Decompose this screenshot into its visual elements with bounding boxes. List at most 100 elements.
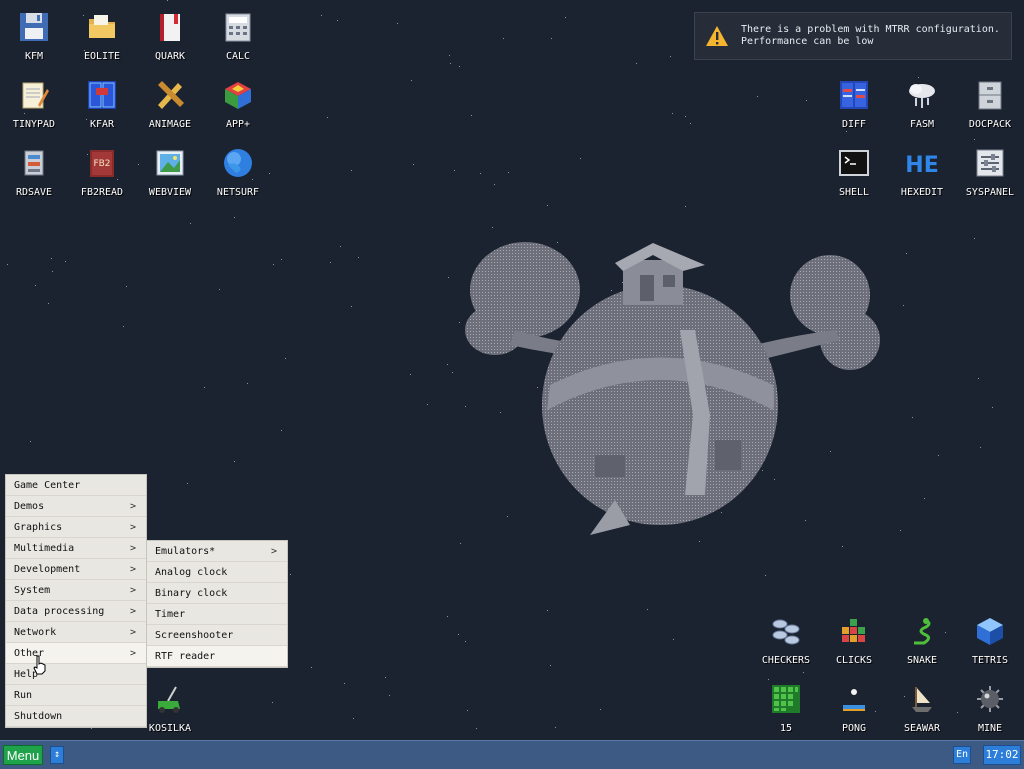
blocks-icon [842,619,865,642]
menu-item-run[interactable]: Run [6,685,146,706]
desktop-icon-pong[interactable]: PONG [820,677,888,743]
menu-item-data-processing[interactable]: Data processing > [6,601,146,622]
star [281,259,282,260]
star [427,404,428,405]
star [555,727,556,728]
star [647,609,648,610]
star [673,639,674,640]
mtrr-notification[interactable]: There is a problem with MTRR configurati… [694,12,1012,60]
star [358,257,359,258]
cloud-rain-icon [909,84,935,108]
language-indicator[interactable]: En [953,746,971,764]
desktop-icon-tetris[interactable]: TETRIS [956,609,1024,675]
star [978,378,979,379]
desktop-icon-fb2read[interactable]: FB2 FB2READ [68,141,136,207]
star [51,258,52,259]
menu-item-label: Emulators* [155,546,216,557]
star [974,139,975,140]
desktop-icon-snake[interactable]: SNAKE [888,609,956,675]
star [321,15,322,16]
panel-toggle-button[interactable]: ↕ [50,746,64,764]
menu-item-game-center[interactable]: Game Center [6,475,146,496]
desktop-icon-kfar[interactable]: KFAR [68,73,136,139]
menu-item-demos[interactable]: Demos > [6,496,146,517]
desktop-icon-hexedit[interactable]: HE HEXEDIT [888,141,956,207]
pong-icon [843,689,865,711]
star [52,271,53,272]
star [340,246,341,247]
star [508,172,509,173]
desktop-icon-tinypad[interactable]: TINYPAD [0,73,68,139]
menu-item-network[interactable]: Network > [6,622,146,643]
star [600,709,601,710]
desktop-icon-syspanel[interactable]: SYSPANEL [956,141,1024,207]
star [234,217,235,218]
clock[interactable]: 17:02 [983,745,1021,765]
desktop-icon-diff[interactable]: DIFF [820,73,888,139]
star [494,184,495,185]
desktop-icon-clicks[interactable]: CLICKS [820,609,888,675]
book-icon: FB2 [90,150,114,177]
star [389,695,390,696]
menu-item-binary-clock[interactable]: Binary clock [147,583,287,604]
star [397,23,398,24]
menu-item-emulators[interactable]: Emulators* > [147,541,287,562]
menu-item-rtf-reader[interactable]: RTF reader [147,646,287,667]
menu-item-multimedia[interactable]: Multimedia > [6,538,146,559]
menu-item-label: Multimedia [14,543,75,554]
submenu-arrow-icon: > [129,522,136,533]
desktop-icon-calc[interactable]: CALC [204,5,272,71]
desktop-icon-15[interactable]: 15 [752,677,820,743]
menu-item-help[interactable]: Help [6,664,146,685]
star [636,63,637,64]
svg-text:HE: HE [906,153,938,178]
tetris-cube-icon [977,618,1003,645]
star [247,383,248,384]
menu-item-development[interactable]: Development > [6,559,146,580]
menu-item-label: System [14,585,51,596]
menu-item-timer[interactable]: Timer [147,604,287,625]
desktop-icon-docpack[interactable]: DOCPACK [956,73,1024,139]
star [580,158,581,159]
desktop-icon-animage[interactable]: ANIMAGE [136,73,204,139]
menu-item-label: Graphics [14,522,63,533]
menu-item-label: Shutdown [14,711,63,722]
floppy-disk-icon [20,13,48,41]
menu-item-graphics[interactable]: Graphics > [6,517,146,538]
menu-item-screenshooter[interactable]: Screenshooter [147,625,287,646]
desktop-icon-shell[interactable]: SHELL [820,141,888,207]
star [992,407,993,408]
menu-item-other[interactable]: Other > [6,643,146,664]
desktop-icon-seawar[interactable]: SEAWAR [888,677,956,743]
menu-item-label: RTF reader [155,651,216,662]
star [550,665,551,666]
desktop-icon-app-plus[interactable]: APP+ [204,73,272,139]
menu-item-system[interactable]: System > [6,580,146,601]
menu-item-analog-clock[interactable]: Analog clock [147,562,287,583]
star [449,55,450,56]
star [30,441,31,442]
star [273,264,274,265]
star [190,223,191,224]
star [974,238,975,239]
menu-button[interactable]: Menu [3,745,43,765]
desktop-icon-quark[interactable]: QUARK [136,5,204,71]
star [48,303,49,304]
other-submenu: Emulators* > Analog clock Binary clock Timer… [146,540,288,668]
menu-item-shutdown[interactable]: Shutdown [6,706,146,727]
warning-icon [706,26,728,46]
calculator-icon [225,13,251,42]
desktop-icon-checkers[interactable]: CHECKERS [752,609,820,675]
star [900,530,901,531]
desktop-icon-rdsave[interactable]: RDSAVE [0,141,68,207]
star [765,575,766,576]
desktop-icon-eolite[interactable]: EOLITE [68,5,136,71]
icon-label: DOCPACK [968,119,1012,130]
desktop-icon-mine[interactable]: MINE [956,677,1024,743]
icon-label: SYSPANEL [965,187,1015,198]
desktop-icon-kfm[interactable]: KFM [0,5,68,71]
desktop-icon-webview[interactable]: WEBVIEW [136,141,204,207]
desktop-icon-netsurf[interactable]: NETSURF [204,141,272,207]
desktop-icon-fasm[interactable]: FASM [888,73,956,139]
checkers-icon [772,619,800,645]
